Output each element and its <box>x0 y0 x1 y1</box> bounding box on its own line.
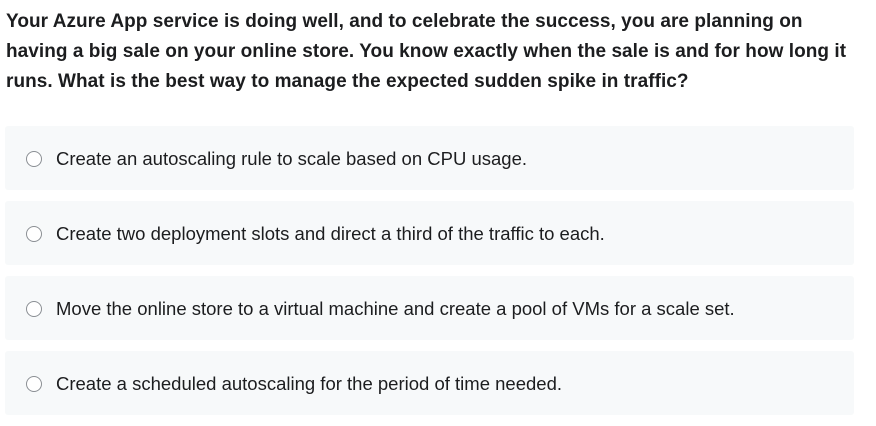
question-text: Your Azure App service is doing well, an… <box>6 11 847 92</box>
radio-button-1[interactable] <box>26 151 42 167</box>
answer-option-4-label: Create a scheduled autoscaling for the p… <box>56 373 562 394</box>
answer-option-3-label: Move the online store to a virtual machi… <box>56 298 735 319</box>
answer-option-3[interactable]: Move the online store to a virtual machi… <box>5 276 854 340</box>
radio-button-3[interactable] <box>26 301 42 317</box>
radio-button-2[interactable] <box>26 226 42 242</box>
answer-option-1-label: Create an autoscaling rule to scale base… <box>56 148 528 169</box>
answer-option-2[interactable]: Create two deployment slots and direct a… <box>5 201 854 265</box>
answer-options: Create an autoscaling rule to scale base… <box>5 126 854 426</box>
answer-option-4[interactable]: Create a scheduled autoscaling for the p… <box>5 351 854 415</box>
answer-option-2-label: Create two deployment slots and direct a… <box>56 223 605 244</box>
answer-option-1[interactable]: Create an autoscaling rule to scale base… <box>5 126 854 190</box>
radio-button-4[interactable] <box>26 376 42 392</box>
